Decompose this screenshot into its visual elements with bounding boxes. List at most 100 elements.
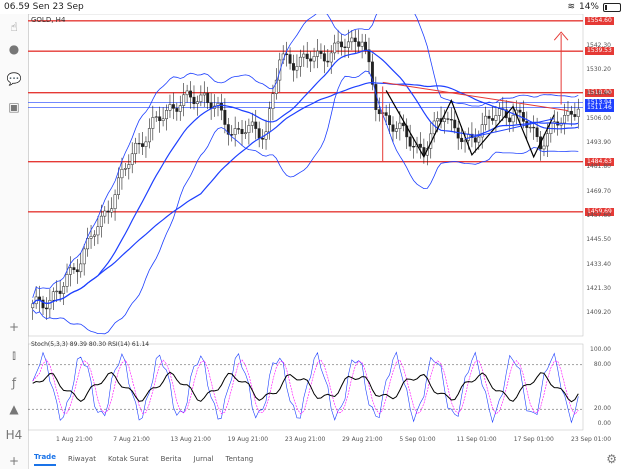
price-tick: 1506.00 [586, 114, 611, 122]
candle-body [244, 132, 247, 134]
candle-body [353, 37, 357, 42]
candle-body [436, 118, 440, 122]
cursor-icon[interactable]: ☝ [5, 18, 23, 36]
profile-icon[interactable]: ● [5, 40, 23, 58]
candle-body [261, 137, 265, 140]
timeframe-icon[interactable]: H4 [5, 426, 23, 444]
bollinger-upper [32, 14, 579, 298]
candle-body [329, 52, 333, 63]
price-label: 1511.46 [585, 103, 614, 112]
time-tick: 1 Aug 21:00 [56, 436, 93, 443]
candle-body [573, 114, 577, 117]
moving-average-fast [32, 49, 579, 305]
candle-body [576, 108, 580, 117]
price-tick: 1409.20 [586, 309, 611, 317]
candle-body [446, 118, 450, 120]
candle-body [38, 296, 42, 301]
candle-body [357, 41, 361, 47]
candle-body [350, 37, 354, 43]
candle-body [316, 50, 319, 57]
candle-body [247, 125, 251, 133]
candle-body [55, 290, 59, 293]
osc-tick: 20.00 [593, 405, 611, 413]
candle-body [508, 117, 512, 123]
candle-body [384, 112, 388, 116]
candle-body [195, 101, 199, 104]
candle-body [96, 226, 100, 236]
candle-body [82, 248, 86, 265]
candle-body [171, 104, 175, 109]
candle-body [484, 115, 488, 125]
candle-body [48, 299, 52, 310]
candle-body [134, 142, 138, 155]
time-tick: 5 Sep 01:00 [399, 436, 436, 443]
left-toolbar: ☝ ● 💬 ▣ + ⫾ ƒ ▲ H4 + [0, 14, 29, 469]
candle-body [237, 128, 241, 130]
tab-jurnal[interactable]: Jurnal [194, 455, 214, 463]
candle-body [566, 110, 570, 116]
tab-kotak-surat[interactable]: Kotak Surat [108, 455, 149, 463]
settings-icon[interactable]: ⚙ [606, 452, 617, 466]
time-tick: 23 Aug 21:00 [284, 436, 326, 443]
candle-body [333, 42, 337, 54]
tab-trade[interactable]: Trade [34, 453, 56, 466]
candle-body [268, 108, 271, 133]
candle-body [302, 53, 306, 58]
candle-body [391, 124, 395, 132]
candle-body [62, 286, 66, 294]
oscillator-pane-frame [28, 343, 584, 431]
candle-body [343, 46, 347, 48]
battery-icon [603, 2, 621, 12]
candle-body [346, 41, 350, 48]
candle-body [319, 50, 323, 54]
candle-body [408, 136, 412, 147]
status-time-date: 06.59 Sen 23 Sep [4, 2, 84, 12]
candle-body [158, 116, 162, 122]
candle-body [528, 126, 532, 129]
crosshair-icon[interactable]: + [5, 318, 23, 336]
candle-body [298, 56, 302, 67]
tab-riwayat[interactable]: Riwayat [68, 455, 96, 463]
candle-body [254, 121, 258, 129]
candle-body [206, 92, 210, 103]
candle-body [123, 168, 127, 170]
candle-body [432, 120, 436, 135]
add-icon[interactable]: + [5, 452, 23, 470]
candle-body [309, 58, 313, 62]
candle-body [418, 143, 422, 148]
objects-icon[interactable]: ▲ [5, 400, 23, 418]
tab-berita[interactable]: Berita [161, 455, 182, 463]
candle-body [154, 116, 158, 118]
function-icon[interactable]: ƒ [5, 374, 23, 392]
tab-tentang[interactable]: Tentang [226, 455, 254, 463]
price-tick: 1481.80 [586, 163, 611, 171]
candle-body [141, 143, 144, 147]
candle-body [250, 121, 254, 126]
price-tick: 1530.20 [586, 65, 611, 73]
candle-body [467, 133, 470, 141]
candle-body [219, 103, 223, 111]
time-tick: 7 Aug 21:00 [113, 436, 150, 443]
candle-body [443, 118, 446, 122]
indicators-icon[interactable]: ⫾ [5, 346, 23, 364]
candle-body [168, 104, 172, 111]
time-tick: 11 Sep 01:00 [456, 436, 497, 443]
candle-body [89, 236, 93, 239]
candle-body [388, 115, 392, 126]
stoch-signal-line [32, 359, 579, 415]
candle-body [182, 94, 186, 106]
chat-icon[interactable]: 💬 [5, 70, 23, 88]
candle-body [44, 307, 48, 310]
chart-symbol: GOLD, H4 [31, 16, 66, 24]
candle-body [449, 119, 453, 121]
new-doc-icon[interactable]: ▣ [5, 98, 23, 116]
candle-body [127, 164, 131, 169]
candle-body [72, 267, 76, 270]
candle-body [106, 210, 110, 213]
candle-body [93, 234, 96, 237]
chart-canvas[interactable] [28, 14, 625, 442]
candle-body [199, 94, 203, 103]
candle-body [288, 54, 292, 64]
oscillator-label: Stoch(5,3,3) 89.39 80.30 RSI(14) 61.14 [31, 341, 150, 348]
price-chart[interactable]: GOLD, H4 Stoch(5,3,3) 89.39 80.30 RSI(14… [28, 14, 625, 443]
